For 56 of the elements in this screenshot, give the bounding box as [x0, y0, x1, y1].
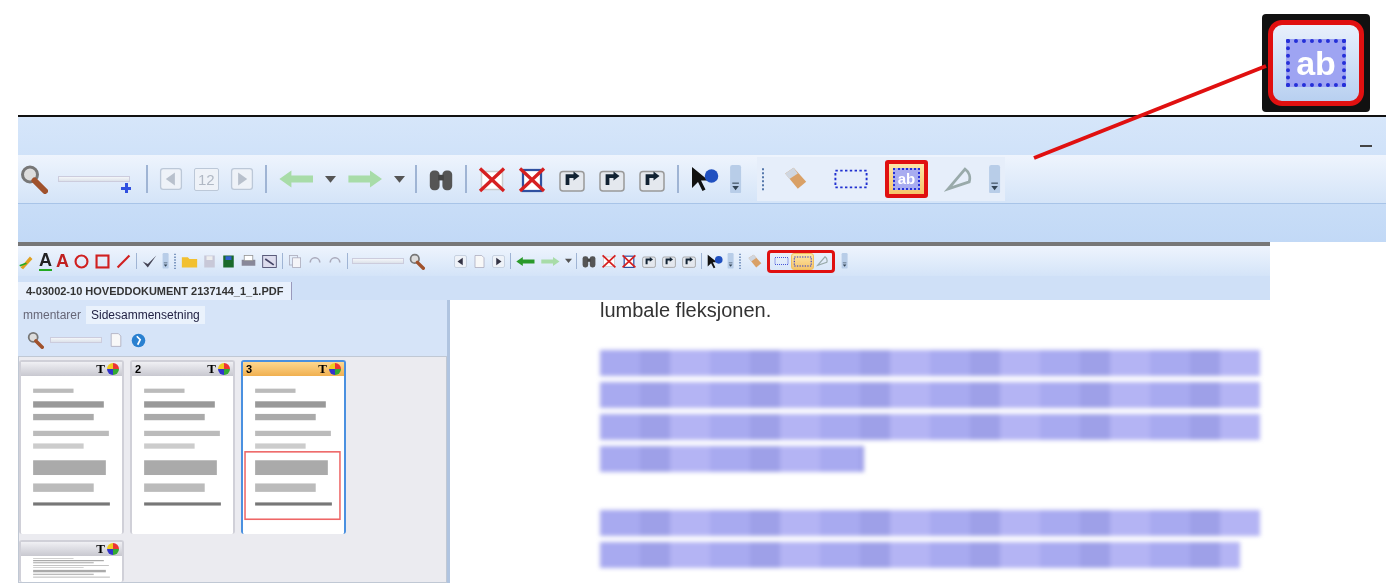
page-thumbnail[interactable]: T	[19, 360, 124, 534]
toolbar-grip-icon[interactable]	[760, 165, 765, 193]
callout-text: ab	[1286, 39, 1346, 87]
text-mark: T	[207, 362, 216, 377]
plus-icon[interactable]	[121, 183, 131, 193]
line-tool-icon[interactable]	[115, 252, 132, 270]
previous-page-icon[interactable]	[453, 253, 469, 269]
color-wheel-icon	[107, 363, 119, 375]
text-box-tool-icon: ab	[892, 168, 921, 190]
magnifier-icon[interactable]	[18, 164, 48, 194]
caret-icon[interactable]	[325, 174, 337, 184]
rotate-page-icon[interactable]	[640, 253, 657, 269]
panel-tab[interactable]: Sidesammensetning	[86, 306, 205, 324]
caret-icon[interactable]	[564, 258, 572, 264]
document-tab[interactable]: 4-03002-10 HOVEDDOKUMENT 2137144_1_1.PDF	[18, 282, 293, 300]
zoom-slider[interactable]	[50, 337, 102, 343]
binoculars-icon[interactable]	[580, 253, 597, 269]
page-thumbnail[interactable]: 2 T	[130, 360, 235, 534]
protractor-icon[interactable]	[944, 165, 973, 193]
next-page-icon[interactable]	[491, 253, 507, 269]
color-wheel-icon	[218, 363, 230, 375]
page-thumbnail[interactable]: 3 T	[241, 360, 346, 534]
toolbar-grip-icon[interactable]	[173, 252, 178, 270]
help-pointer-icon[interactable]	[705, 252, 723, 270]
rotate-page-icon[interactable]	[680, 253, 697, 269]
text-mark: T	[96, 362, 105, 377]
toolbar-grip-icon[interactable]	[737, 252, 742, 270]
rotate-page-icon[interactable]	[660, 253, 677, 269]
page-number: 2	[135, 363, 142, 375]
overflow-icon[interactable]	[988, 164, 1002, 194]
document-text: lumbale fleksjonen.	[600, 300, 773, 320]
text-mark: T	[96, 542, 105, 557]
caret-icon[interactable]	[394, 174, 406, 184]
delete-icon[interactable]	[600, 253, 617, 269]
color-wheel-icon	[107, 543, 119, 555]
text-color-tool[interactable]: A	[39, 251, 52, 271]
text-mark: T	[318, 362, 327, 377]
magnifier-icon[interactable]	[408, 252, 426, 270]
help-pointer-icon[interactable]	[689, 164, 720, 194]
color-wheel-icon	[329, 363, 341, 375]
panel-tab[interactable]: mmentarer	[18, 306, 86, 324]
delete-page-icon[interactable]	[620, 253, 637, 269]
page-thumbnail[interactable]: T	[19, 540, 124, 582]
zoom-slider[interactable]	[352, 258, 405, 264]
overflow-icon[interactable]	[729, 164, 743, 194]
rectangle-tool-icon[interactable]	[94, 252, 111, 270]
back-arrow-icon[interactable]	[515, 254, 536, 268]
page-number: 3	[246, 363, 253, 375]
globe-icon[interactable]	[130, 331, 147, 349]
save-as-icon[interactable]	[221, 253, 237, 269]
page-number: 12	[194, 167, 219, 191]
magnifier-icon[interactable]	[26, 331, 44, 349]
window-icon[interactable]	[261, 252, 279, 270]
circle-tool-icon[interactable]	[73, 252, 90, 270]
strikethrough-tool[interactable]: A	[56, 252, 69, 270]
dashed-rectangle-icon[interactable]	[832, 167, 869, 191]
